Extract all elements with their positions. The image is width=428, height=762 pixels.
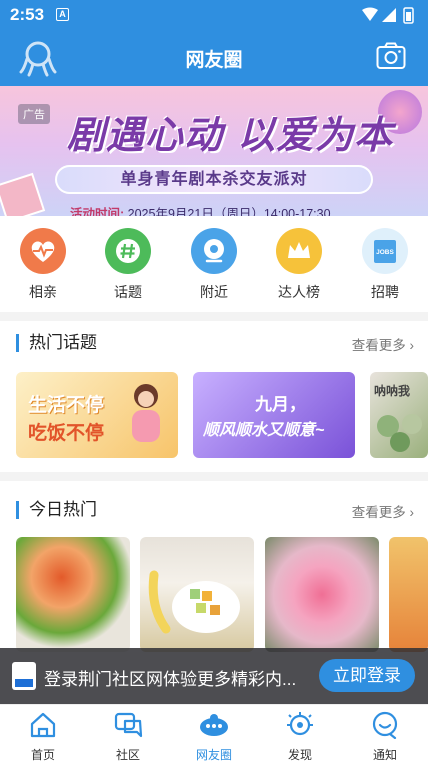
quick-link-label: 达人榜 <box>278 284 320 300</box>
promo-banner[interactable]: 广告 剧遇心动 以爱为本 单身青年剧本杀交友派对 活动时间: 2025年9月21… <box>0 86 428 216</box>
nav-label: 首页 <box>30 748 55 762</box>
chevron-right-icon: › <box>409 338 415 353</box>
chevron-right-icon: › <box>409 505 415 520</box>
topic-card[interactable]: 九月， 顺风顺水又顺意~ <box>193 372 355 458</box>
discover-icon <box>287 712 313 736</box>
app-header: 网友圈 <box>0 30 428 86</box>
banner-subtitle: 单身青年剧本杀交友派对 <box>55 165 373 194</box>
quick-link-nearby[interactable]: 附近 <box>179 228 249 302</box>
crown-icon <box>276 228 322 274</box>
topic-card[interactable]: 生活不停 吃饭不停 <box>16 372 178 458</box>
topic-card[interactable]: 呐呐我 <box>370 372 428 458</box>
hot-topics-more-link[interactable]: 查看更多 › <box>352 334 414 354</box>
nav-item-friends-circle[interactable]: 网友圈 <box>184 711 244 762</box>
nav-item-notifications[interactable]: 通知 <box>355 711 415 762</box>
quick-links: 相亲 话题 附近 达人榜 JOBS 招聘 <box>0 216 428 312</box>
jobs-icon: JOBS <box>362 228 408 274</box>
signal-icon <box>382 8 396 22</box>
app-logo-icon <box>12 662 36 690</box>
topic-line1: 生活不停 <box>28 395 105 416</box>
hot-post-card[interactable] <box>389 537 428 652</box>
activity-time: 2025年9月21日（周日）14:00-17:30 <box>127 207 331 216</box>
home-icon <box>30 712 56 738</box>
community-icon <box>114 712 143 738</box>
heartbeat-icon <box>20 228 66 274</box>
login-prompt-bar: 登录荆门社区网体验更多精彩内... 立即登录 <box>0 648 428 704</box>
location-icon <box>191 228 237 274</box>
quick-link-xiangqin[interactable]: 相亲 <box>8 228 78 302</box>
wifi-icon <box>362 7 378 21</box>
ad-badge: 广告 <box>18 104 50 124</box>
friends-circle-icon <box>200 714 228 736</box>
quick-link-label: 附近 <box>200 284 228 300</box>
section-separator <box>0 472 428 481</box>
bottom-nav: 首页 社区 网友圈 发现 通知 <box>0 704 428 762</box>
topic-line1: 九月， <box>255 395 306 414</box>
hot-topics-title: 热门话题 <box>16 334 97 352</box>
more-label: 查看更多 <box>351 505 406 520</box>
activity-label: 活动时间: <box>70 207 125 216</box>
nav-label: 通知 <box>372 748 397 762</box>
banner-headline: 剧遇心动 以爱为本 <box>66 112 394 157</box>
today-hot-more-link[interactable]: 查看更多 › <box>352 501 414 521</box>
hot-post-card[interactable] <box>265 537 379 652</box>
quick-link-label: 相亲 <box>29 284 57 300</box>
system-status-icons <box>362 7 414 24</box>
camera-icon[interactable] <box>376 42 406 70</box>
nav-label: 社区 <box>115 748 140 762</box>
topic-line2: 顺风顺水又顺意~ <box>203 422 325 439</box>
hot-post-card[interactable] <box>16 537 130 652</box>
hashtag-icon <box>105 228 151 274</box>
topic-line2: 吃饭不停 <box>28 423 105 444</box>
today-hot-title: 今日热门 <box>16 501 97 519</box>
nav-label: 发现 <box>287 748 312 762</box>
quick-link-label: 招聘 <box>371 284 399 300</box>
topic-line1: 呐呐我 <box>374 384 411 398</box>
notification-icon <box>372 711 398 740</box>
nav-item-discover[interactable]: 发现 <box>270 711 330 762</box>
status-bar: 2:53 A <box>0 0 428 30</box>
quick-link-label: 话题 <box>114 284 142 300</box>
nav-item-home[interactable]: 首页 <box>13 711 73 762</box>
succulent-illustration <box>377 414 422 452</box>
svg-text:JOBS: JOBS <box>376 249 394 256</box>
status-time: 2:53 <box>10 5 45 24</box>
girl-illustration <box>132 384 160 442</box>
more-label: 查看更多 <box>351 338 406 353</box>
nav-label: 网友圈 <box>195 748 232 762</box>
quick-link-ranking[interactable]: 达人榜 <box>264 228 334 302</box>
login-button[interactable]: 立即登录 <box>319 659 415 692</box>
quick-link-jobs[interactable]: JOBS 招聘 <box>350 228 420 302</box>
banner-activity-time: 活动时间: 2025年9月21日（周日）14:00-17:30 <box>70 203 331 216</box>
gift-decoration <box>0 172 46 216</box>
page-title: 网友圈 <box>185 50 243 71</box>
hot-post-card[interactable] <box>140 537 254 652</box>
nav-item-community[interactable]: 社区 <box>98 711 158 762</box>
quick-link-topics[interactable]: 话题 <box>93 228 163 302</box>
food-plate-illustration <box>148 570 240 634</box>
login-prompt-text: 登录荆门社区网体验更多精彩内... <box>44 670 297 689</box>
section-separator <box>0 312 428 321</box>
notification-app-icon: A <box>56 8 69 21</box>
